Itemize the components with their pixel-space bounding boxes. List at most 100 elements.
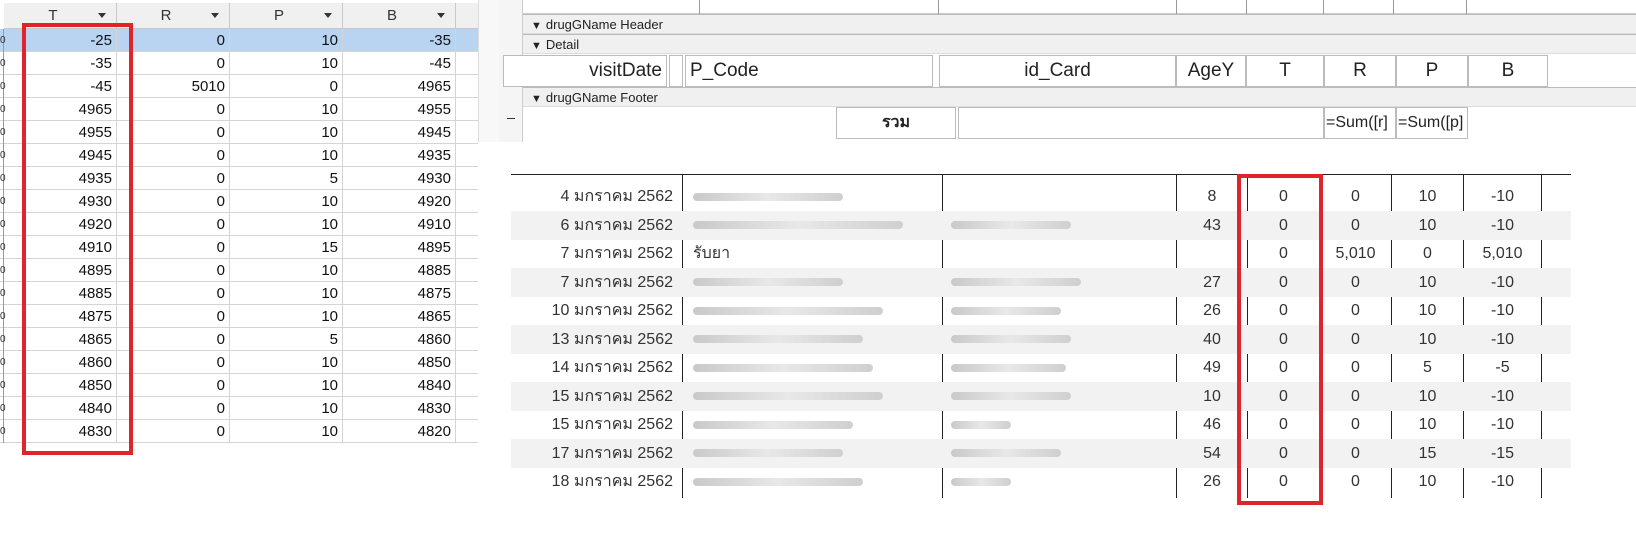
table-cell-p[interactable]: 15: [230, 236, 343, 259]
report-cell-r: 0: [1320, 382, 1391, 411]
redacted-text: [951, 335, 1071, 344]
table-cell-b[interactable]: 4910: [343, 213, 456, 236]
report-cell-p: 0: [1392, 239, 1463, 268]
band-detail[interactable]: ▼ Detail: [523, 34, 1636, 54]
control-spacer[interactable]: [669, 55, 683, 87]
table-cell-r[interactable]: 0: [117, 52, 230, 75]
report-cell-p: 10: [1392, 325, 1463, 354]
table-cell-r[interactable]: 0: [117, 167, 230, 190]
table-cell-p[interactable]: 10: [230, 52, 343, 75]
report-cell-text: 27: [1203, 273, 1221, 291]
control-agey[interactable]: AgeY: [1176, 55, 1246, 87]
control-sum-p[interactable]: =Sum([p]: [1396, 107, 1468, 139]
table-cell-p[interactable]: 10: [230, 98, 343, 121]
report-cell-p: 10: [1392, 182, 1463, 211]
report-cell-text: 18 มกราคม 2562: [551, 473, 673, 490]
table-cell-b[interactable]: 4830: [343, 397, 456, 420]
table-cell-r[interactable]: 5010: [117, 75, 230, 98]
control-visitdate[interactable]: visitDate: [503, 55, 667, 87]
table-cell-b[interactable]: 4850: [343, 351, 456, 374]
table-cell-b[interactable]: 4945: [343, 121, 456, 144]
table-cell-r[interactable]: 0: [117, 259, 230, 282]
control-id-card[interactable]: id_Card: [939, 55, 1176, 87]
control-p[interactable]: P: [1396, 55, 1468, 87]
table-cell-b[interactable]: 4820: [343, 420, 456, 443]
table-cell-p[interactable]: 10: [230, 29, 343, 52]
table-cell-r[interactable]: 0: [117, 374, 230, 397]
table-cell-p[interactable]: 10: [230, 351, 343, 374]
table-cell-r[interactable]: 0: [117, 213, 230, 236]
table-cell-r[interactable]: 0: [117, 121, 230, 144]
report-cell-id: [951, 382, 1171, 411]
chevron-down-icon[interactable]: [211, 13, 219, 18]
redacted-text: [693, 221, 903, 230]
column-header-r[interactable]: R: [117, 3, 230, 29]
table-cell-b[interactable]: 4875: [343, 282, 456, 305]
report-cell-text: 8: [1207, 188, 1217, 205]
redacted-text: [693, 420, 853, 429]
report-cell-text: 0: [1351, 359, 1360, 376]
table-cell-p[interactable]: 10: [230, 213, 343, 236]
table-cell-r[interactable]: 0: [117, 305, 230, 328]
table-cell-p[interactable]: 10: [230, 190, 343, 213]
control-t[interactable]: T: [1246, 55, 1324, 87]
report-cell-text: 15 มกราคม 2562: [551, 387, 673, 405]
table-cell-p[interactable]: 10: [230, 144, 343, 167]
control-footer-label[interactable]: รวม: [836, 107, 956, 139]
table-cell-b[interactable]: -45: [343, 52, 456, 75]
band-group-header[interactable]: ▼ drugGName Header: [523, 14, 1636, 34]
table-cell-p[interactable]: 10: [230, 282, 343, 305]
table-cell-b[interactable]: 4920: [343, 190, 456, 213]
table-cell-b[interactable]: -35: [343, 29, 456, 52]
table-cell-b[interactable]: 4930: [343, 167, 456, 190]
table-cell-p[interactable]: 10: [230, 374, 343, 397]
column-header-b[interactable]: B: [343, 3, 456, 29]
control-p-code[interactable]: P_Code: [685, 55, 933, 87]
band-group-footer[interactable]: ▼ drugGName Footer: [523, 87, 1636, 107]
table-cell-p[interactable]: 10: [230, 397, 343, 420]
report-cell-text: 15: [1418, 444, 1437, 462]
table-cell-r[interactable]: 0: [117, 420, 230, 443]
report-row: 10 มกราคม 2562 26 0 0 10 -10: [511, 296, 1571, 325]
report-cell-text: 17 มกราคม 2562: [551, 444, 673, 462]
report-row: 18 มกราคม 2562 26 0 0 10 -10: [511, 467, 1571, 496]
report-cell-text: 0: [1351, 444, 1360, 462]
table-cell-r[interactable]: 0: [117, 236, 230, 259]
table-cell-b[interactable]: 4885: [343, 259, 456, 282]
control-footer-blank[interactable]: [958, 107, 1324, 139]
control-sum-r[interactable]: =Sum([r]: [1324, 107, 1396, 139]
chevron-down-icon[interactable]: [98, 13, 106, 18]
table-cell-b[interactable]: 4935: [343, 144, 456, 167]
chevron-down-icon[interactable]: [324, 13, 332, 18]
table-cell-b[interactable]: 4895: [343, 236, 456, 259]
table-cell-p[interactable]: 10: [230, 420, 343, 443]
table-cell-b[interactable]: 4860: [343, 328, 456, 351]
control-b[interactable]: B: [1468, 55, 1548, 87]
table-cell-r[interactable]: 0: [117, 351, 230, 374]
table-cell-r[interactable]: 0: [117, 328, 230, 351]
table-cell-b[interactable]: 4955: [343, 98, 456, 121]
table-cell-r[interactable]: 0: [117, 190, 230, 213]
table-cell-p[interactable]: 5: [230, 328, 343, 351]
table-cell-b[interactable]: 4840: [343, 374, 456, 397]
table-cell-r[interactable]: 0: [117, 282, 230, 305]
table-cell-r[interactable]: 0: [117, 397, 230, 420]
table-cell-p[interactable]: 10: [230, 121, 343, 144]
table-cell-p[interactable]: 10: [230, 305, 343, 328]
table-cell-p[interactable]: 0: [230, 75, 343, 98]
control-r[interactable]: R: [1324, 55, 1396, 87]
table-cell-p[interactable]: 5: [230, 167, 343, 190]
table-cell-r[interactable]: 0: [117, 144, 230, 167]
chevron-down-icon[interactable]: [437, 13, 445, 18]
report-cell-r: 0: [1320, 268, 1391, 297]
table-cell-b[interactable]: 4965: [343, 75, 456, 98]
report-row: 15 มกราคม 2562 46 0 0 10 -10: [511, 410, 1571, 439]
report-cell-text: 10: [1418, 216, 1437, 234]
table-cell-b[interactable]: 4865: [343, 305, 456, 328]
table-cell-r[interactable]: 0: [117, 29, 230, 52]
report-cell-date: 7 มกราคม 2562: [511, 268, 673, 297]
column-header-p[interactable]: P: [230, 3, 343, 29]
table-cell-r[interactable]: 0: [117, 98, 230, 121]
table-cell-p[interactable]: 10: [230, 259, 343, 282]
report-cell-b: -10: [1464, 211, 1541, 240]
